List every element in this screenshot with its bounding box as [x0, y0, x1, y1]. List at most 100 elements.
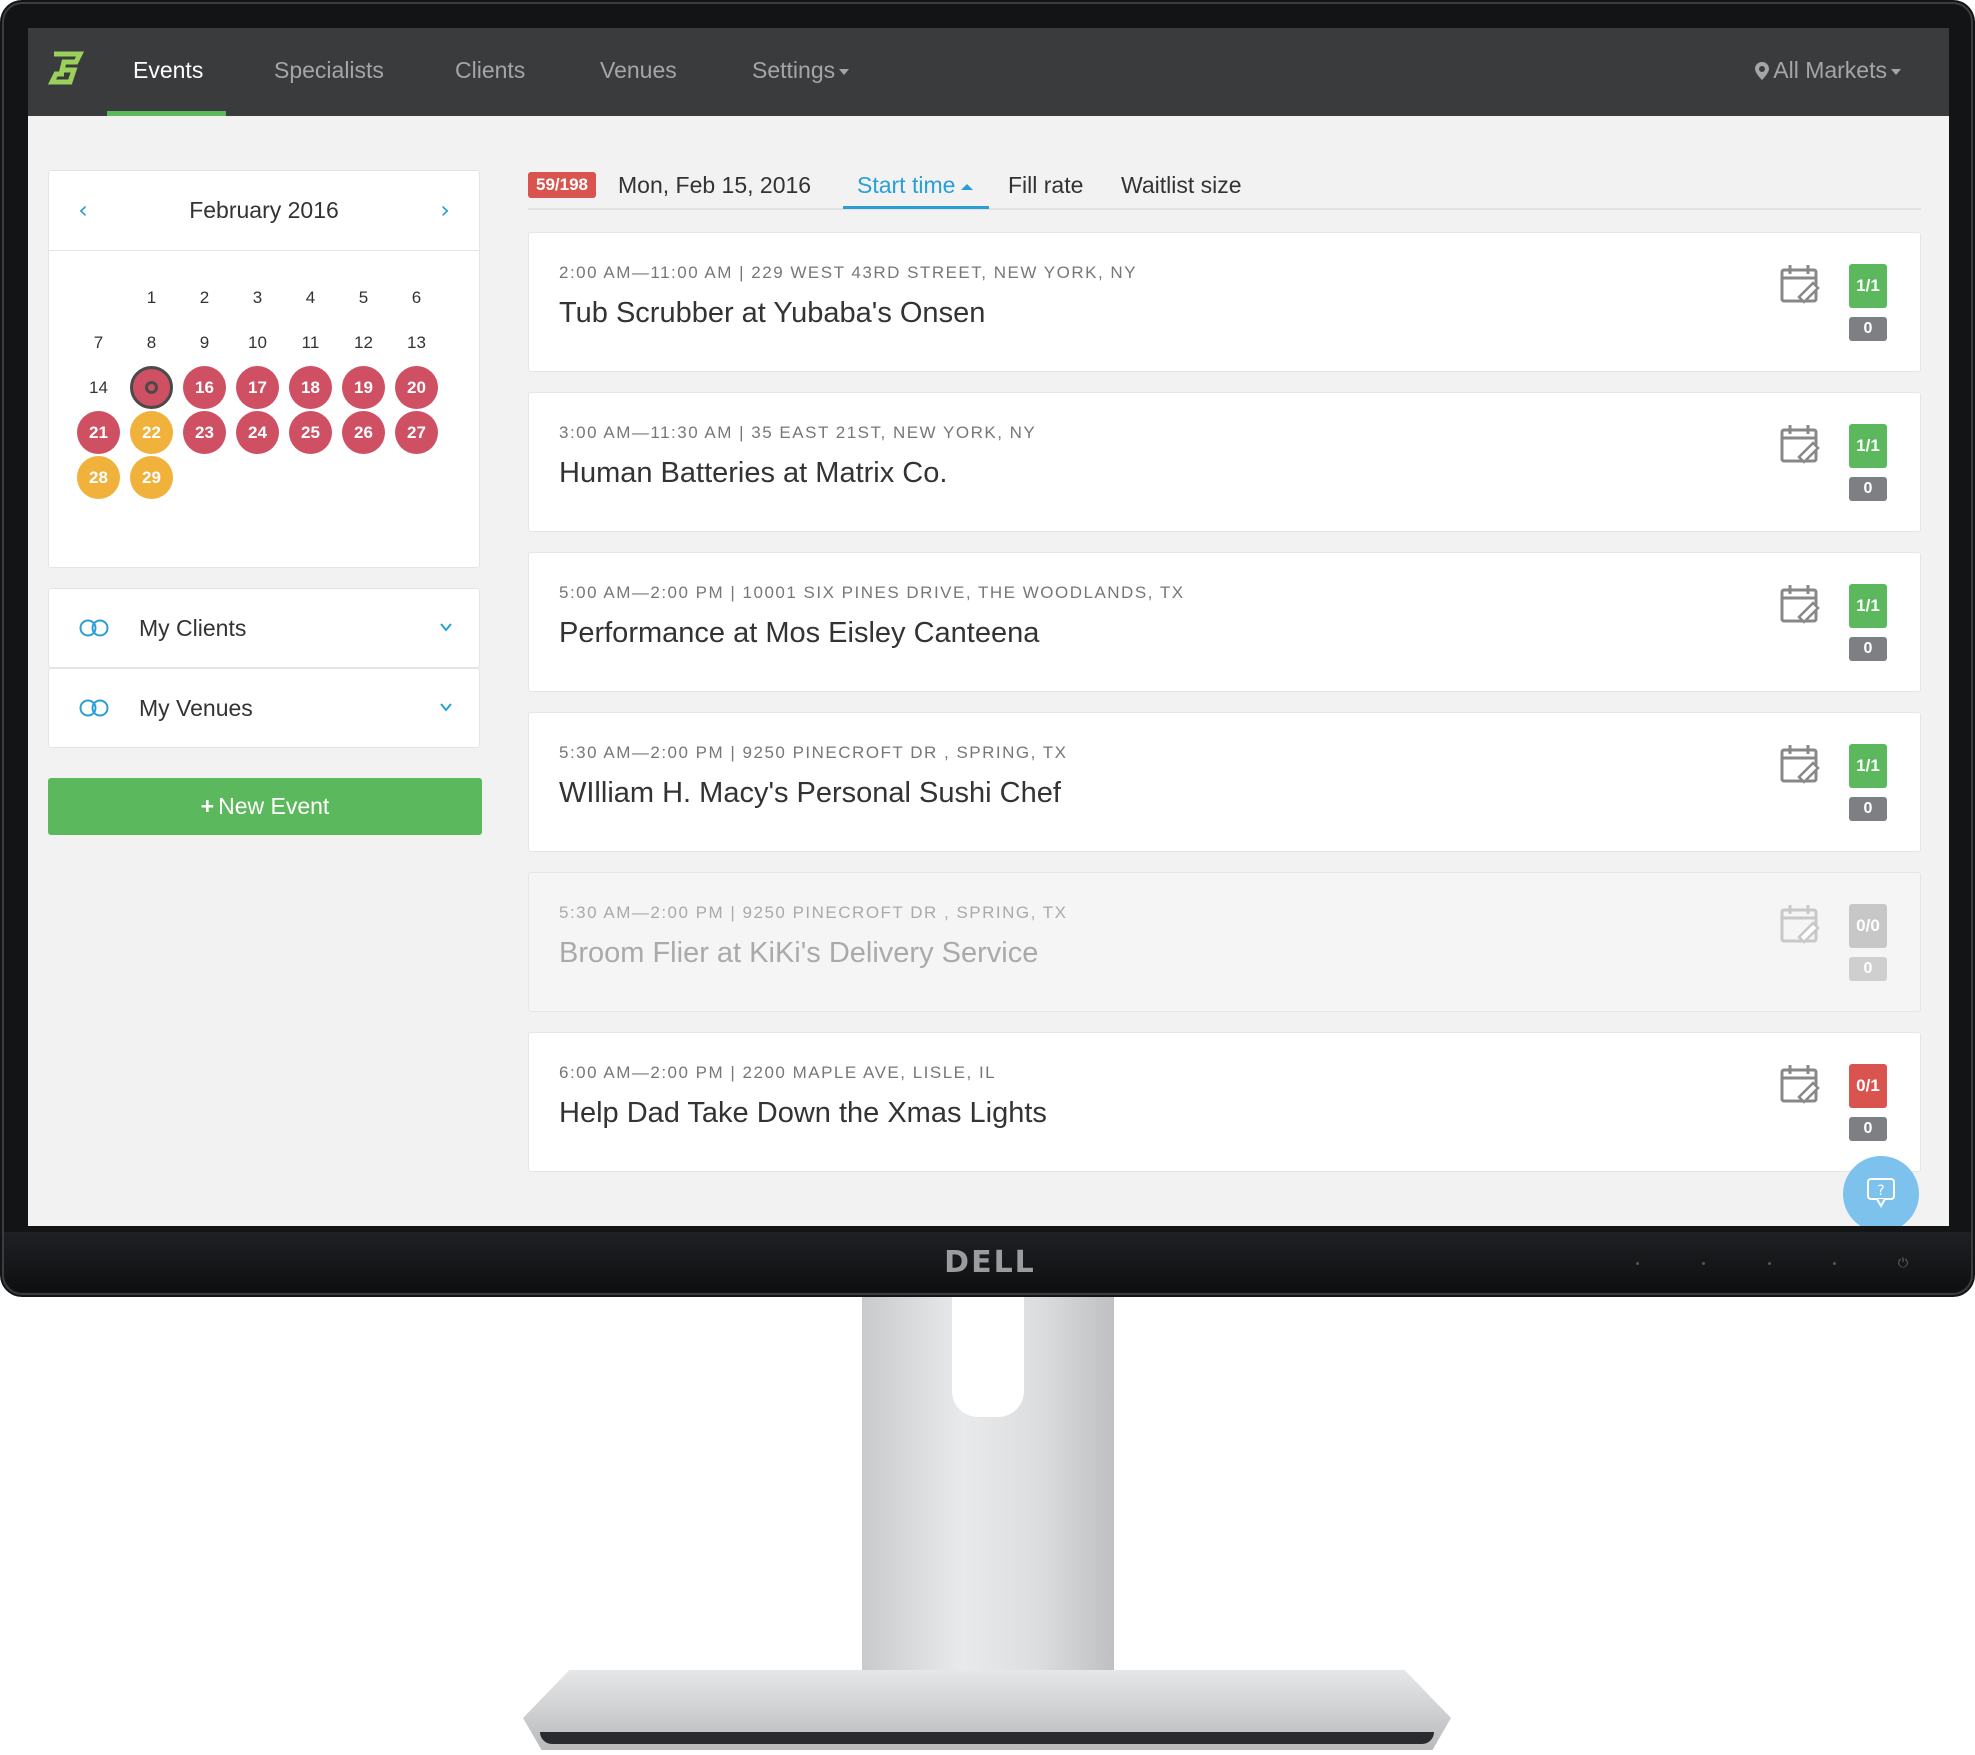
- nav-settings-label: Settings: [752, 57, 836, 83]
- calendar-day[interactable]: 7: [77, 321, 120, 364]
- fill-rate-badge[interactable]: 0/1: [1849, 1064, 1887, 1108]
- event-title[interactable]: Help Dad Take Down the Xmas Lights: [559, 1097, 1047, 1130]
- top-navbar: Events Specialists Clients Venues Settin…: [28, 28, 1949, 116]
- nav-venues[interactable]: Venues: [600, 28, 677, 116]
- markets-dropdown[interactable]: All Markets: [1755, 28, 1901, 116]
- bezel-button-dot: [1702, 1262, 1705, 1265]
- calendar-day[interactable]: 16: [183, 366, 226, 409]
- calendar-edit-icon[interactable]: [1779, 903, 1821, 945]
- event-time-address: 2:00 AM—11:00 AM | 229 WEST 43RD STREET,…: [559, 263, 1138, 282]
- monitor-stand-cable-hole: [952, 1297, 1024, 1417]
- waitlist-badge[interactable]: 0: [1849, 637, 1887, 661]
- chevron-down-icon[interactable]: [439, 620, 453, 634]
- my-venues-label: My Venues: [139, 695, 253, 721]
- calendar-edit-icon[interactable]: [1779, 263, 1821, 305]
- calendar-day[interactable]: 23: [183, 411, 226, 454]
- calendar-day[interactable]: 3: [236, 276, 279, 319]
- event-card[interactable]: 6:00 AM—2:00 PM | 2200 MAPLE AVE, LISLE,…: [528, 1032, 1921, 1172]
- waitlist-badge[interactable]: 0: [1849, 317, 1887, 341]
- calendar-day[interactable]: 27: [395, 411, 438, 454]
- my-venues-filter[interactable]: My Venues: [48, 668, 480, 748]
- calendar-day[interactable]: 25: [289, 411, 332, 454]
- calendar-edit-icon[interactable]: [1779, 1063, 1821, 1105]
- calendar-day[interactable]: 18: [289, 366, 332, 409]
- calendar-day[interactable]: 22: [130, 411, 173, 454]
- calendar-day[interactable]: 26: [342, 411, 385, 454]
- next-month-icon[interactable]: ›: [425, 171, 465, 249]
- waitlist-badge[interactable]: 0: [1849, 957, 1887, 981]
- calendar-day[interactable]: 13: [395, 321, 438, 364]
- caret-up-icon: [961, 183, 974, 190]
- calendar-day[interactable]: 6: [395, 276, 438, 319]
- event-title[interactable]: WIlliam H. Macy's Personal Sushi Chef: [559, 777, 1061, 810]
- calendar-day[interactable]: 2: [183, 276, 226, 319]
- waitlist-badge[interactable]: 0: [1849, 797, 1887, 821]
- calendar-day[interactable]: 28: [77, 456, 120, 499]
- selected-date: Mon, Feb 15, 2016: [618, 172, 812, 198]
- event-time-address: 3:00 AM—11:30 AM | 35 EAST 21ST, NEW YOR…: [559, 423, 1037, 442]
- event-title[interactable]: Human Batteries at Matrix Co.: [559, 457, 947, 490]
- my-clients-filter[interactable]: My Clients: [48, 588, 480, 668]
- calendar-day[interactable]: 11: [289, 321, 332, 364]
- event-card[interactable]: 5:30 AM—2:00 PM | 9250 PINECROFT DR , SP…: [528, 872, 1921, 1012]
- waitlist-badge[interactable]: 0: [1849, 1117, 1887, 1141]
- calendar-day[interactable]: 9: [183, 321, 226, 364]
- bezel-button-dot: [1636, 1262, 1639, 1265]
- nav-active-indicator: [107, 111, 226, 116]
- fill-rate-badge[interactable]: 0/0: [1849, 904, 1887, 948]
- fill-rate-badge[interactable]: 1/1: [1849, 424, 1887, 468]
- calendar-day[interactable]: 29: [130, 456, 173, 499]
- calendar-day[interactable]: 21: [77, 411, 120, 454]
- event-title[interactable]: Tub Scrubber at Yubaba's Onsen: [559, 297, 985, 330]
- svg-text:?: ?: [1877, 1183, 1884, 1199]
- calendar-day[interactable]: 24: [236, 411, 279, 454]
- calendar-day[interactable]: 12: [342, 321, 385, 364]
- nav-clients[interactable]: Clients: [455, 28, 525, 116]
- calendar-day[interactable]: 17: [236, 366, 279, 409]
- map-pin-icon: [1755, 62, 1770, 80]
- fill-rate-badge[interactable]: 1/1: [1849, 264, 1887, 308]
- calendar-day[interactable]: 19: [342, 366, 385, 409]
- markets-label: All Markets: [1773, 57, 1887, 83]
- waitlist-badge[interactable]: 0: [1849, 477, 1887, 501]
- calendar-day[interactable]: 4: [289, 276, 332, 319]
- event-card[interactable]: 3:00 AM—11:30 AM | 35 EAST 21ST, NEW YOR…: [528, 392, 1921, 532]
- calendar-edit-icon[interactable]: [1779, 423, 1821, 465]
- calendar-day[interactable]: 10: [236, 321, 279, 364]
- event-card[interactable]: 2:00 AM—11:00 AM | 229 WEST 43RD STREET,…: [528, 232, 1921, 372]
- event-count-badge: 59/198: [528, 172, 596, 198]
- help-chat-button[interactable]: ?: [1843, 1156, 1919, 1226]
- sort-start-time[interactable]: Start time: [857, 168, 974, 202]
- fill-rate-badge[interactable]: 1/1: [1849, 584, 1887, 628]
- nav-specialists[interactable]: Specialists: [274, 28, 384, 116]
- toggle-icon[interactable]: [79, 699, 109, 717]
- nav-events[interactable]: Events: [133, 28, 203, 116]
- sort-fill-rate[interactable]: Fill rate: [1008, 168, 1083, 202]
- calendar-edit-icon[interactable]: [1779, 743, 1821, 785]
- calendar-day[interactable]: 20: [395, 366, 438, 409]
- event-card[interactable]: 5:30 AM—2:00 PM | 9250 PINECROFT DR , SP…: [528, 712, 1921, 852]
- calendar-day[interactable]: 14: [77, 366, 120, 409]
- calendar-day[interactable]: 1: [130, 276, 173, 319]
- calendar-day-today[interactable]: 15: [130, 366, 173, 409]
- monitor-brand-logo: DELL: [944, 1245, 1036, 1280]
- month-calendar: ‹ February 2016 › 1234567891011121314151…: [48, 170, 480, 568]
- event-title[interactable]: Performance at Mos Eisley Canteena: [559, 617, 1039, 650]
- new-event-button[interactable]: + New Event: [48, 778, 482, 835]
- calendar-day[interactable]: 5: [342, 276, 385, 319]
- event-card[interactable]: 5:00 AM—2:00 PM | 10001 SIX PINES DRIVE,…: [528, 552, 1921, 692]
- event-list-toolbar: 59/198 Mon, Feb 15, 2016 Start time Fill…: [528, 168, 1921, 210]
- screen: Events Specialists Clients Venues Settin…: [28, 28, 1949, 1226]
- power-icon: ⏻: [1897, 1255, 1909, 1270]
- toggle-icon[interactable]: [79, 619, 109, 637]
- event-title[interactable]: Broom Flier at KiKi's Delivery Service: [559, 937, 1038, 970]
- nav-settings[interactable]: Settings: [752, 28, 850, 116]
- fill-rate-badge[interactable]: 1/1: [1849, 744, 1887, 788]
- app-logo-icon[interactable]: [48, 50, 84, 86]
- bezel-button-dot: [1768, 1262, 1771, 1265]
- calendar-day[interactable]: 8: [130, 321, 173, 364]
- calendar-edit-icon[interactable]: [1779, 583, 1821, 625]
- sort-active-indicator: [843, 206, 989, 209]
- chevron-down-icon[interactable]: [439, 700, 453, 714]
- sort-waitlist-size[interactable]: Waitlist size: [1121, 168, 1242, 202]
